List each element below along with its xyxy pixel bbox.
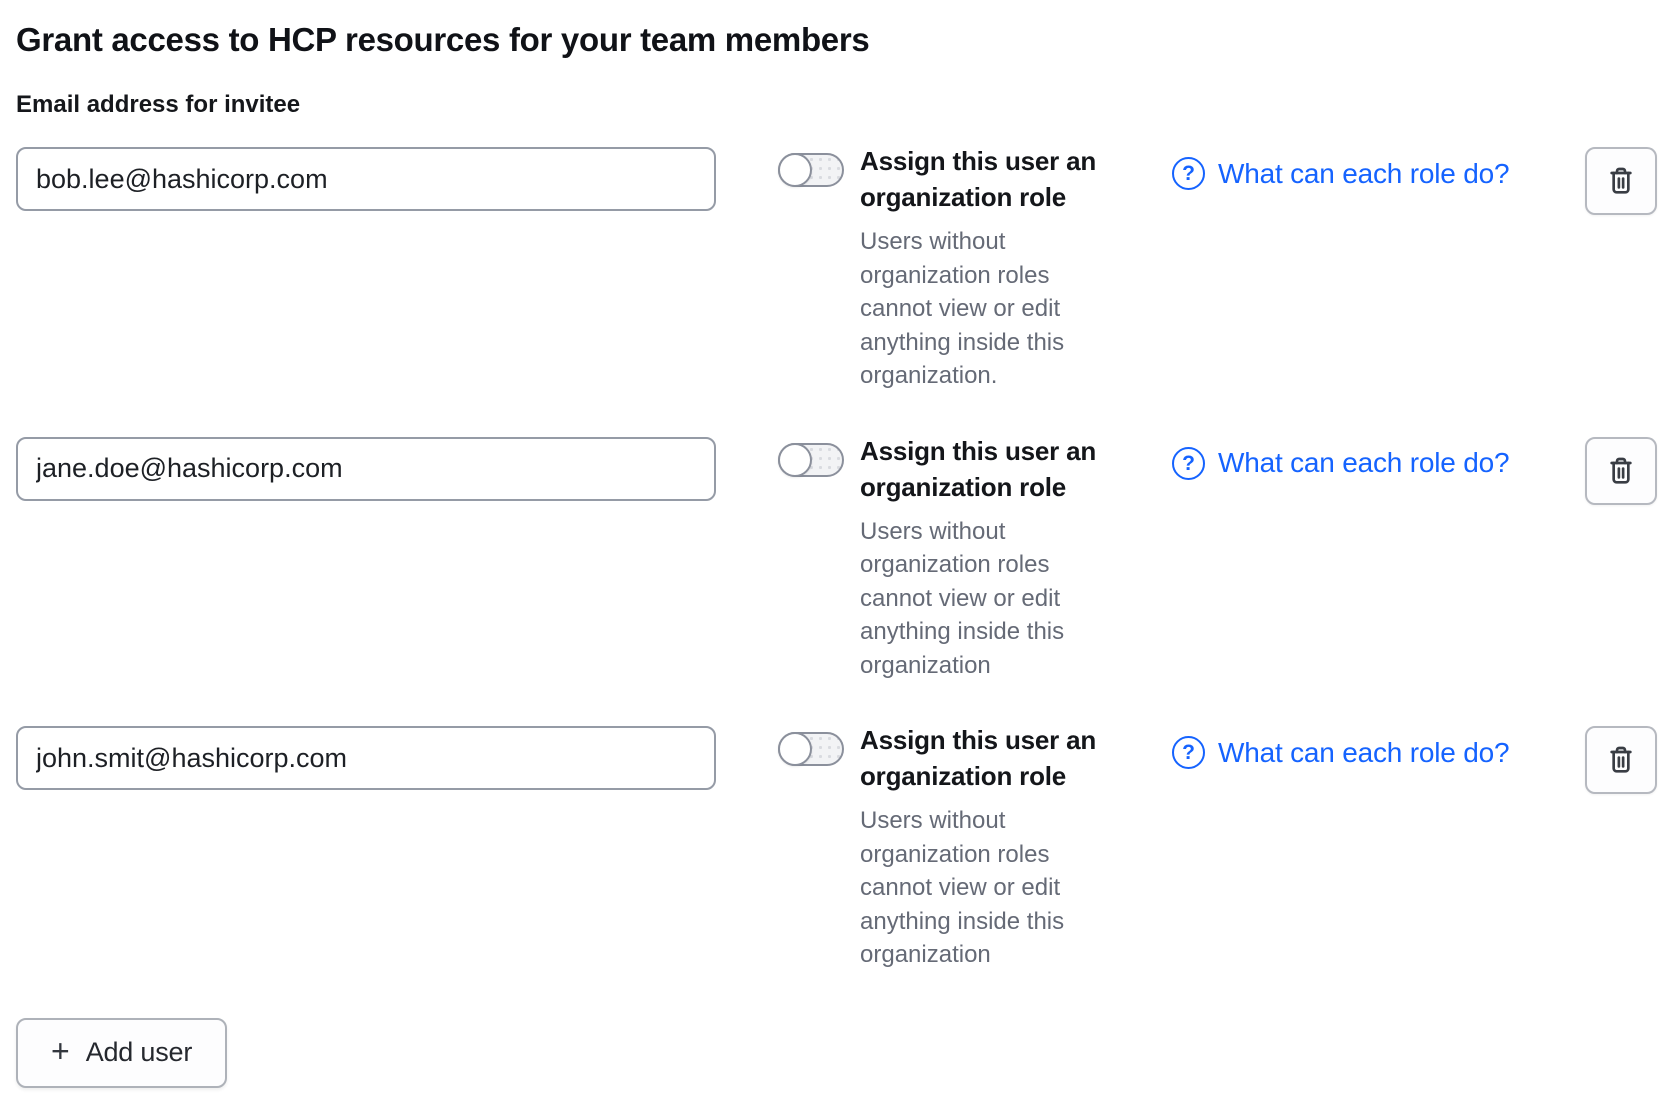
- email-input[interactable]: [16, 726, 716, 790]
- delete-row-button[interactable]: [1585, 726, 1657, 794]
- org-role-toggle[interactable]: [778, 153, 844, 187]
- org-role-helper-text: Users without organization roles cannot …: [860, 225, 1100, 393]
- role-docs-link-label: What can each role do?: [1218, 737, 1509, 769]
- delete-row-button[interactable]: [1585, 147, 1657, 215]
- role-docs-link[interactable]: ? What can each role do?: [1172, 447, 1509, 480]
- trash-icon: [1605, 165, 1637, 197]
- org-role-text-column: Assign this user an organization role Us…: [860, 433, 1150, 683]
- help-circle-icon: ?: [1172, 447, 1205, 480]
- role-docs-link-label: What can each role do?: [1218, 158, 1509, 190]
- email-address-label: Email address for invitee: [16, 90, 1657, 119]
- page-title: Grant access to HCP resources for your t…: [16, 20, 1657, 60]
- email-input[interactable]: [16, 437, 716, 501]
- help-link-column: ? What can each role do?: [1172, 157, 1509, 190]
- plus-icon: +: [51, 1035, 70, 1067]
- add-user-button-label: Add user: [86, 1037, 192, 1068]
- invite-users-form: Grant access to HCP resources for your t…: [0, 0, 1672, 1106]
- role-docs-link[interactable]: ? What can each role do?: [1172, 736, 1509, 769]
- help-link-column: ? What can each role do?: [1172, 447, 1509, 480]
- delete-row-button[interactable]: [1585, 437, 1657, 505]
- org-role-toggle[interactable]: [778, 732, 844, 766]
- org-role-helper-text: Users without organization roles cannot …: [860, 515, 1100, 683]
- add-user-button[interactable]: + Add user: [16, 1018, 227, 1088]
- org-role-toggle-label: Assign this user an organization role: [860, 143, 1150, 215]
- invite-row: Assign this user an organization role Us…: [16, 147, 1657, 393]
- org-role-toggle[interactable]: [778, 443, 844, 477]
- invite-row: Assign this user an organization role Us…: [16, 437, 1657, 683]
- role-docs-link-label: What can each role do?: [1218, 447, 1509, 479]
- org-role-toggle-label: Assign this user an organization role: [860, 722, 1150, 794]
- role-docs-link[interactable]: ? What can each role do?: [1172, 157, 1509, 190]
- org-role-toggle-label: Assign this user an organization role: [860, 433, 1150, 505]
- toggle-knob-icon: [778, 153, 812, 187]
- toggle-knob-icon: [778, 732, 812, 766]
- help-circle-icon: ?: [1172, 736, 1205, 769]
- trash-icon: [1605, 744, 1637, 776]
- org-role-helper-text: Users without organization roles cannot …: [860, 804, 1100, 972]
- org-role-text-column: Assign this user an organization role Us…: [860, 722, 1150, 972]
- toggle-knob-icon: [778, 443, 812, 477]
- org-role-text-column: Assign this user an organization role Us…: [860, 143, 1150, 393]
- invite-row: Assign this user an organization role Us…: [16, 726, 1657, 972]
- help-circle-icon: ?: [1172, 157, 1205, 190]
- email-input[interactable]: [16, 147, 716, 211]
- help-link-column: ? What can each role do?: [1172, 736, 1509, 769]
- trash-icon: [1605, 455, 1637, 487]
